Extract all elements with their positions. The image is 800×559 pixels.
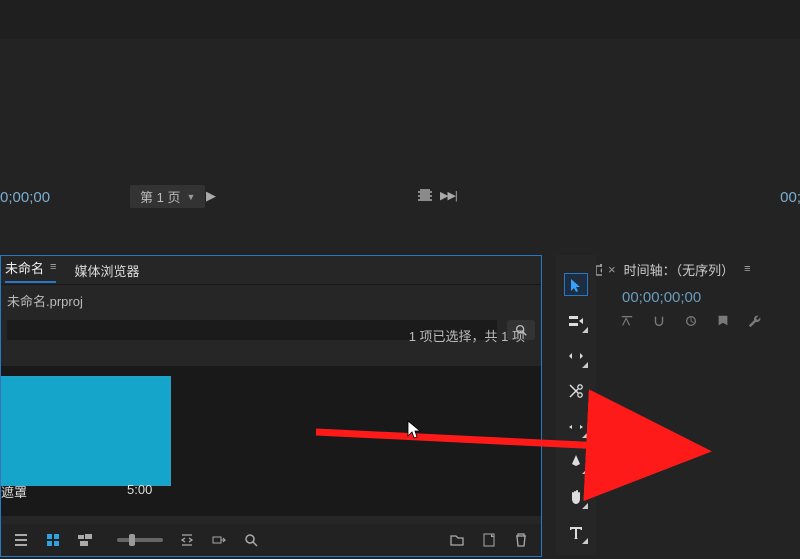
zoom-slider[interactable]: [117, 538, 163, 542]
timeline-timecode[interactable]: 00;00;00;00: [602, 283, 800, 312]
tab-media-browser[interactable]: 媒体浏览器: [74, 261, 139, 280]
new-item-icon[interactable]: [481, 532, 497, 548]
pen-tool[interactable]: [565, 451, 587, 472]
chevron-down-icon: ▼: [186, 192, 195, 202]
sort-icon[interactable]: [179, 532, 195, 548]
linked-selection-icon[interactable]: [684, 314, 698, 328]
film-icon[interactable]: [418, 189, 432, 201]
ripple-edit-tool[interactable]: [565, 346, 587, 367]
tab-project-label: 未命名: [5, 258, 44, 277]
insert-seq-icon[interactable]: [620, 314, 634, 328]
source-timecode-out: 00;: [780, 189, 800, 206]
project-panel: 未命名 ≡ 媒体浏览器 未命名.prproj 1 项已选择，共 1 项 遮罩 5…: [0, 255, 542, 557]
project-filename: 未命名.prproj: [1, 285, 541, 320]
clip-duration: 5:00: [127, 482, 152, 497]
close-icon[interactable]: ×: [608, 262, 616, 277]
panel-menu-icon[interactable]: ≡: [50, 261, 56, 273]
settings-icon[interactable]: [748, 314, 762, 328]
page-dropdown-label: 第 1 页: [140, 187, 180, 206]
new-bin-icon[interactable]: [449, 532, 465, 548]
play-icon[interactable]: ▶: [206, 188, 216, 204]
outpoint-icon[interactable]: ▶▶|: [440, 189, 457, 202]
clip-label[interactable]: 遮罩: [1, 482, 27, 501]
razor-tool[interactable]: [565, 381, 587, 402]
hand-tool[interactable]: [565, 487, 587, 508]
slip-tool[interactable]: [565, 416, 587, 437]
tool-strip: [556, 255, 596, 555]
automate-to-sequence-icon[interactable]: [211, 532, 227, 548]
tab-media-browser-label: 媒体浏览器: [74, 261, 139, 280]
thumbnail-area[interactable]: [1, 366, 541, 516]
freeform-view-icon[interactable]: [77, 532, 93, 548]
page-dropdown[interactable]: 第 1 页 ▼: [130, 185, 205, 208]
tab-timeline[interactable]: 时间轴：（无序列）: [624, 260, 735, 279]
icon-view-icon[interactable]: [45, 532, 61, 548]
timeline-panel: × 时间轴：（无序列） ≡ 00;00;00;00: [602, 255, 800, 555]
source-timecode-in: 0;00;00: [0, 189, 50, 206]
marker-icon[interactable]: [716, 314, 730, 328]
trash-icon[interactable]: [513, 532, 529, 548]
clip-thumbnail[interactable]: [1, 376, 171, 486]
list-view-icon[interactable]: [13, 532, 29, 548]
find-icon[interactable]: [243, 532, 259, 548]
selection-tool[interactable]: [564, 273, 588, 296]
tab-project[interactable]: 未命名 ≡: [5, 258, 56, 283]
selection-info: 1 项已选择，共 1 项: [409, 326, 525, 345]
type-tool[interactable]: [565, 522, 587, 543]
panel-menu-icon[interactable]: ≡: [744, 263, 750, 275]
snap-icon[interactable]: [652, 314, 666, 328]
track-select-tool[interactable]: [565, 310, 587, 331]
